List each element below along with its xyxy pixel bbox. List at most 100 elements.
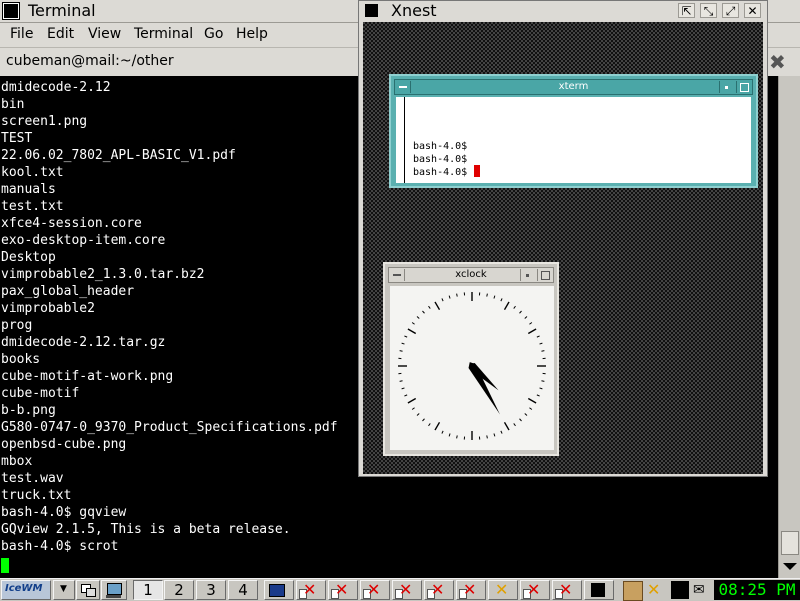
xnest-window-menu-icon[interactable] [365,4,378,17]
x-app-icon: ✕ [399,582,412,598]
xterm-line: bash-4.0$ [413,154,467,166]
clock-minute-tick [487,294,488,297]
terminal-line: xfce4-session.core [1,215,338,232]
xterm-content[interactable]: bash-4.0$ bash-4.0$ bash-4.0$ [396,97,751,183]
task-button-app[interactable]: ✕ [424,580,454,600]
xclock-titlebar[interactable]: xclock [388,267,554,283]
terminal-line: TEST [1,130,338,147]
xterm-window[interactable]: xterm bash-4.0$ bash-4.0$ bash-4.0$ [389,74,758,188]
terminal-line: cube-motif-at-work.png [1,368,338,385]
clock-minute-tick [449,296,450,299]
xnest-rollup-button[interactable]: ⇱ [678,3,695,18]
terminal-line: bash-4.0$ scrot [1,538,338,555]
xnest-minimize-button[interactable]: ⤡ [700,3,717,18]
menu-go[interactable]: Go [204,26,223,42]
terminal-window-menu-icon[interactable] [3,3,19,19]
clock-hour-tick [435,302,440,310]
task-button-terminal-2[interactable] [584,580,614,600]
scrollbar-thumb[interactable] [781,531,799,555]
xterm-maximize-icon[interactable] [736,81,751,93]
terminal-lines: dmidecode-2.12binscreen1.pngTEST22.06.02… [1,79,338,555]
xterm-titlebar[interactable]: xterm [394,79,753,95]
show-desktop-icon[interactable] [76,580,100,600]
xnest-root-window[interactable]: xterm bash-4.0$ bash-4.0$ bash-4.0$ xclo… [363,22,763,474]
task-button-xnest[interactable]: ✕ [488,580,518,600]
terminal-line: vimprobable2 [1,300,338,317]
xterm-scrollbar[interactable] [404,97,405,183]
clock-minute-tick [514,423,516,425]
workspace-2-button[interactable]: 2 [164,580,194,600]
terminal-line: truck.txt [1,487,338,504]
xnest-app-icon: ✕ [495,582,508,598]
tab-close-icon[interactable]: ✖ [769,50,786,74]
xnest-maximize-button[interactable]: ⤢ [722,3,739,18]
terminal-line: kool.txt [1,164,338,181]
window-list-button[interactable]: ▼ [53,580,75,600]
terminal-line: bin [1,96,338,113]
terminal-line: manuals [1,181,338,198]
clock-hour-tick [528,329,536,334]
menu-view[interactable]: View [88,26,121,42]
workspace-3-button[interactable]: 3 [196,580,226,600]
terminal-cursor [1,558,9,573]
start-menu-button[interactable]: IceWM [1,580,51,600]
menu-help[interactable]: Help [236,26,268,42]
x-app-icon: ✕ [335,582,348,598]
clock-hour-tick [505,302,510,310]
clock-minute-tick [501,431,502,434]
task-button-app[interactable]: ✕ [296,580,326,600]
xclock-minimize-icon[interactable] [520,269,535,281]
task-button-terminal[interactable] [264,580,294,600]
clock-minute-tick [412,408,414,410]
taskbar-clock[interactable]: 08:25 PM [714,580,800,600]
terminal-tray-icon[interactable] [671,581,689,599]
clipboard-icon[interactable] [623,581,643,601]
clock-minute-tick [520,311,522,313]
xnest-close-button[interactable]: ✕ [744,3,761,18]
xnest-window[interactable]: Xnest ⇱ ⤡ ⤢ ✕ xterm bash-4.0$ bash-4.0$ … [358,0,768,477]
analog-clock [390,286,554,450]
xnest-titlebar[interactable]: Xnest ⇱ ⤡ ⤢ ✕ [359,1,767,21]
clock-minute-tick [541,381,544,382]
tab-cubeman-mail[interactable]: cubeman@mail:~/other [6,53,174,69]
menu-file[interactable]: File [10,26,33,42]
terminal-line: bash-4.0$ gqview [1,504,338,521]
clock-minute-tick [501,298,502,301]
task-button-app[interactable]: ✕ [360,580,390,600]
clock-minute-tick [402,343,405,344]
menu-edit[interactable]: Edit [47,26,74,42]
clock-minute-tick [429,423,431,425]
xnest-tray-icon[interactable]: ✕ [647,581,665,599]
taskbar: IceWM ▼ 1 2 3 4 ✕ ✕ ✕ ✕ ✕ ✕ ✕ ✕ ✕ ✕ ✉ 08… [0,578,800,601]
x-app-icon: ✕ [463,582,476,598]
menu-terminal[interactable]: Terminal [134,26,193,42]
task-button-app[interactable]: ✕ [520,580,550,600]
xterm-minimize-icon[interactable] [719,81,734,93]
clock-minute-tick [404,336,407,337]
clock-minute-tick [412,323,414,325]
x-app-icon: ✕ [527,582,540,598]
task-button-app[interactable]: ✕ [552,580,582,600]
workspace-1-button[interactable]: 1 [133,580,163,600]
mail-icon[interactable]: ✉ [693,581,711,599]
clock-minute-tick [457,435,458,438]
terminal-line: dmidecode-2.12.tar.gz [1,334,338,351]
clock-hour-tick [528,399,536,404]
clock-minute-tick [537,395,540,396]
clock-minute-tick [422,311,424,313]
terminal-launcher-icon[interactable] [101,580,127,600]
terminal-scrollbar[interactable] [778,76,800,578]
clock-minute-tick [404,395,407,396]
terminal-line: pax_global_header [1,283,338,300]
workspace-4-button[interactable]: 4 [228,580,258,600]
task-button-app[interactable]: ✕ [456,580,486,600]
terminal-line: dmidecode-2.12 [1,79,338,96]
clock-minute-tick [537,336,540,337]
x-app-icon: ✕ [559,582,572,598]
task-button-app[interactable]: ✕ [328,580,358,600]
scroll-down-arrow-icon[interactable] [783,563,797,570]
terminal-title: Terminal [28,1,96,20]
xclock-maximize-icon[interactable] [537,269,552,281]
xclock-window[interactable]: xclock [383,262,559,456]
task-button-app[interactable]: ✕ [392,580,422,600]
